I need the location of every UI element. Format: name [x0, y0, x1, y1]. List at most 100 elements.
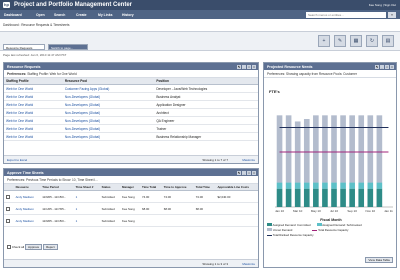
staffing-profile-link[interactable]: Web for One World: [4, 132, 63, 141]
resource-pool-link[interactable]: Non-Developers (Global): [62, 124, 155, 133]
menu-dashboard[interactable]: Dashboard: [4, 13, 22, 17]
minimize-icon[interactable]: _: [242, 170, 246, 175]
row-checkbox[interactable]: [6, 194, 10, 199]
add-portlet-icon[interactable]: +: [318, 35, 330, 47]
maximize-link[interactable]: Maximize: [242, 262, 255, 266]
staffing-profile-link[interactable]: Web for One World: [4, 116, 63, 125]
bar-committed[interactable]: [331, 188, 337, 207]
close-icon[interactable]: ×: [390, 64, 394, 69]
bar-committed[interactable]: [376, 188, 383, 207]
switch-page-dropdown[interactable]: Switch to page...: [48, 44, 88, 50]
bar-softbooked[interactable]: [313, 182, 319, 189]
bar-committed[interactable]: [367, 188, 374, 207]
minimize-icon[interactable]: _: [242, 64, 246, 69]
timesheet-number-link[interactable]: 1: [73, 190, 100, 203]
staffing-profile-link[interactable]: Web for One World: [4, 100, 63, 109]
bar-softbooked[interactable]: [276, 182, 283, 189]
refresh-icon[interactable]: ↻: [366, 35, 378, 47]
export-excel-link[interactable]: Export to Excel: [7, 158, 27, 162]
total-time: 68.00: [193, 202, 216, 215]
resource-pool-link[interactable]: Non-Developers (Global): [62, 116, 155, 125]
staffing-profile-link[interactable]: Web for One World: [4, 84, 63, 93]
table-row: Web for One World Non-Developers (Global)…: [4, 92, 258, 101]
maximize-icon[interactable]: □: [247, 170, 251, 175]
resource-pool-link[interactable]: Non-Developers (Global): [62, 92, 155, 101]
edit-icon[interactable]: ✎: [237, 170, 241, 175]
edit-icon[interactable]: ✎: [237, 64, 241, 69]
close-icon[interactable]: ×: [252, 64, 256, 69]
bar-softbooked[interactable]: [349, 182, 355, 189]
pdf-icon[interactable]: ▤: [382, 35, 394, 47]
bar-softbooked[interactable]: [294, 182, 301, 189]
bar-committed[interactable]: [303, 188, 310, 207]
bar-softbooked[interactable]: [340, 182, 346, 189]
timesheet-number-link[interactable]: 1: [73, 214, 100, 227]
bar-softbooked[interactable]: [358, 182, 365, 189]
search-input[interactable]: Search menus or entities...: [306, 11, 386, 18]
maximize-link[interactable]: Maximize: [242, 158, 255, 162]
menu-my-links[interactable]: My Links: [98, 13, 113, 17]
total-time: 74.00: [193, 190, 216, 203]
edit-page-icon[interactable]: ✎: [334, 35, 346, 47]
minimize-icon[interactable]: _: [380, 64, 384, 69]
resource-pool-link[interactable]: Non-Developers (Global): [62, 100, 155, 109]
bar-committed[interactable]: [358, 188, 365, 207]
bar-committed[interactable]: [285, 188, 292, 207]
bar-unmet[interactable]: [313, 115, 319, 183]
staffing-profile-link[interactable]: Web for One World: [4, 124, 63, 133]
row-checkbox[interactable]: [6, 206, 10, 211]
view-data-table-button[interactable]: View Data Table: [365, 257, 393, 263]
menu-open[interactable]: Open: [36, 13, 45, 17]
layout-icon[interactable]: ▦: [350, 35, 362, 47]
bar-committed[interactable]: [322, 188, 328, 207]
bar-committed[interactable]: [313, 188, 319, 207]
bar-unmet[interactable]: [367, 115, 374, 183]
approve-button[interactable]: Approve: [25, 244, 43, 250]
bar-unmet[interactable]: [285, 115, 292, 183]
bar-softbooked[interactable]: [322, 182, 328, 189]
maximize-icon[interactable]: □: [247, 64, 251, 69]
staffing-profile-link[interactable]: Web for One World: [4, 108, 63, 117]
bar-softbooked[interactable]: [367, 182, 374, 189]
table-row: Web for One World Non-Developers (Global)…: [4, 108, 258, 117]
search-go-button[interactable]: »: [388, 11, 396, 18]
bar-unmet[interactable]: [376, 115, 383, 183]
close-icon[interactable]: ×: [252, 170, 256, 175]
page-selector-dropdown[interactable]: Resource Requests: [3, 44, 45, 50]
resource-pool-link[interactable]: Non-Developers (Global): [62, 108, 155, 117]
bar-committed[interactable]: [276, 188, 283, 207]
resource-link[interactable]: Andy Madison: [13, 214, 41, 227]
timesheets-table: Resource Time Period Time Sheet # Status…: [4, 184, 258, 227]
maximize-icon[interactable]: □: [385, 64, 389, 69]
timesheet-number-link[interactable]: 1: [73, 202, 100, 215]
bar-committed[interactable]: [340, 188, 346, 207]
bar-softbooked[interactable]: [285, 182, 292, 189]
menu-search[interactable]: Search: [54, 13, 65, 17]
check-all-checkbox[interactable]: [7, 245, 11, 250]
bar-unmet[interactable]: [322, 115, 328, 183]
resource-pool-link[interactable]: Customer Facing Apps (Global): [62, 84, 155, 93]
bar-unmet[interactable]: [331, 115, 337, 183]
user-signout[interactable]: Kee Song | Sign Out: [369, 3, 396, 7]
bar-unmet[interactable]: [349, 115, 355, 183]
menu-history[interactable]: History: [122, 13, 134, 17]
portlet-header: Projected Resource Needs ✎ _ □ ×: [264, 63, 396, 70]
bar-softbooked[interactable]: [376, 182, 383, 189]
bar-unmet[interactable]: [276, 115, 283, 183]
bar-softbooked[interactable]: [303, 182, 310, 189]
bar-unmet[interactable]: [358, 115, 365, 183]
bar-unmet[interactable]: [303, 119, 310, 183]
bar-unmet[interactable]: [340, 115, 346, 183]
resource-pool-link[interactable]: Non-Developers (Global): [62, 132, 155, 141]
portlet-preferences: Preferences: Staffing Profile: Web for O…: [4, 70, 258, 78]
menu-create[interactable]: Create: [76, 13, 87, 17]
row-checkbox[interactable]: [6, 218, 10, 223]
resource-link[interactable]: Andy Madison: [13, 190, 41, 203]
reject-button[interactable]: Reject: [43, 244, 58, 250]
resource-link[interactable]: Andy Madison: [13, 202, 41, 215]
bar-committed[interactable]: [294, 188, 301, 207]
bar-committed[interactable]: [349, 188, 355, 207]
bar-softbooked[interactable]: [331, 182, 337, 189]
edit-icon[interactable]: ✎: [375, 64, 379, 69]
staffing-profile-link[interactable]: Web for One World: [4, 92, 63, 101]
